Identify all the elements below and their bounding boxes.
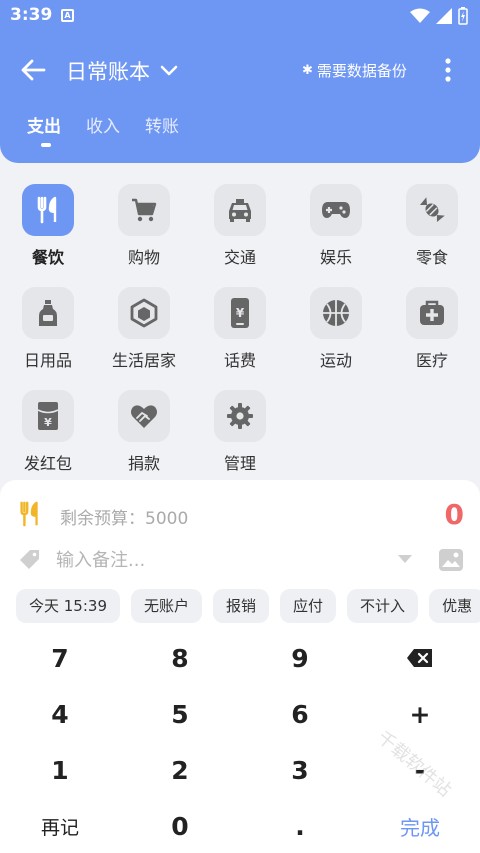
category-label: 购物 — [127, 248, 160, 267]
category-shopping[interactable]: 购物 — [96, 184, 192, 276]
backup-tip[interactable]: ✱ 需要数据备份 — [302, 60, 407, 81]
key-6[interactable]: 6 — [240, 686, 360, 742]
key-8[interactable]: 8 — [120, 630, 240, 686]
category-medical[interactable]: 医疗 — [384, 287, 480, 379]
key-minus[interactable]: - — [360, 742, 480, 798]
header: 3:39 A 日常账本 ✱ 需要数据备份 支出 收入 转账 — [0, 0, 480, 163]
red-envelope-icon: ¥ — [37, 402, 59, 430]
number-keypad: 7 8 9 4 5 6 + 1 2 3 - 再记 0 . 完成 — [0, 630, 480, 853]
category-label: 发红包 — [23, 454, 72, 473]
record-again-button[interactable]: 再记 — [0, 798, 120, 853]
phone-yen-icon: ¥ — [231, 298, 249, 328]
svg-text:¥: ¥ — [236, 306, 245, 320]
done-button[interactable]: 完成 — [360, 798, 480, 853]
basketball-icon — [323, 300, 349, 326]
tab-income[interactable]: 收入 — [86, 112, 120, 137]
candy-icon — [419, 197, 445, 223]
image-icon[interactable] — [438, 548, 464, 572]
wifi-icon — [410, 8, 430, 23]
category-phone-bill[interactable]: ¥ 话费 — [192, 287, 288, 379]
gamepad-icon — [322, 202, 350, 218]
input-panel: 剩余预算：5000 0 今天 15:39 无账户报销应付不计入优惠 7 8 9 — [0, 480, 480, 853]
category-label: 餐饮 — [31, 248, 64, 267]
category-label: 医疗 — [415, 351, 448, 370]
key-0[interactable]: 0 — [120, 798, 240, 853]
category-label: 运动 — [319, 351, 352, 370]
backspace-icon — [407, 649, 432, 667]
more-vertical-icon[interactable] — [438, 56, 458, 84]
tab-indicator — [41, 143, 51, 147]
key-plus[interactable]: + — [360, 686, 480, 742]
fork-knife-icon — [37, 196, 57, 224]
taxi-icon — [229, 199, 251, 222]
type-tabs: 支出 收入 转账 — [0, 112, 480, 152]
shopping-cart-icon — [132, 198, 157, 222]
category-sports[interactable]: 运动 — [288, 287, 384, 379]
budget-row: 剩余预算：5000 0 — [0, 498, 480, 531]
remaining-budget: 剩余预算：5000 — [60, 509, 189, 529]
heart-hand-icon — [131, 405, 157, 428]
status-time: 3:39 — [10, 5, 53, 25]
snowflake-icon: ✱ — [302, 63, 313, 78]
medical-kit-icon — [420, 300, 444, 325]
option-chips: 今天 15:39 无账户 报销 应付 不计入 优惠 — [16, 589, 480, 625]
amount-display: 0 — [444, 498, 464, 531]
top-bar: 日常账本 ✱ 需要数据备份 — [0, 48, 480, 92]
category-label: 交通 — [223, 248, 256, 267]
category-label: 零食 — [415, 248, 448, 267]
category-donation[interactable]: 捐款 — [96, 390, 192, 482]
category-label: 日用品 — [23, 351, 72, 370]
note-row — [0, 544, 480, 576]
chip-exclude[interactable]: 不计入 — [347, 589, 419, 623]
category-label: 话费 — [223, 351, 256, 370]
note-input[interactable] — [56, 546, 376, 574]
key-3[interactable]: 3 — [240, 742, 360, 798]
fork-knife-icon — [20, 501, 38, 527]
chip-reimburse[interactable]: 报销 — [213, 589, 270, 623]
tag-icon — [20, 550, 39, 569]
battery-icon — [458, 7, 468, 25]
key-2[interactable]: 2 — [120, 742, 240, 798]
key-4[interactable]: 4 — [0, 686, 120, 742]
status-icons — [410, 7, 468, 25]
key-dot[interactable]: . — [240, 798, 360, 853]
chip-discount[interactable]: 优惠 — [429, 589, 480, 623]
bottle-icon — [39, 300, 57, 326]
category-label: 娱乐 — [319, 248, 352, 267]
notification-icon: A — [61, 9, 74, 22]
tab-transfer[interactable]: 转账 — [145, 112, 179, 137]
category-red-envelope[interactable]: ¥ 发红包 — [0, 390, 96, 482]
key-9[interactable]: 9 — [240, 630, 360, 686]
backup-tip-text: 需要数据备份 — [316, 62, 407, 80]
category-transport[interactable]: 交通 — [192, 184, 288, 276]
key-backspace[interactable] — [360, 630, 480, 686]
book-title[interactable]: 日常账本 — [66, 56, 150, 86]
caret-down-icon[interactable] — [397, 554, 413, 564]
key-7[interactable]: 7 — [0, 630, 120, 686]
category-dining[interactable]: 餐饮 — [0, 184, 96, 276]
category-manage[interactable]: 管理 — [192, 390, 288, 482]
category-label: 管理 — [223, 454, 256, 473]
category-label: 生活居家 — [111, 351, 176, 370]
category-entertainment[interactable]: 娱乐 — [288, 184, 384, 276]
chip-date-time[interactable]: 今天 15:39 — [16, 589, 120, 623]
category-home-living[interactable]: 生活居家 — [96, 287, 192, 379]
chevron-down-icon[interactable] — [158, 60, 180, 80]
hexagon-box-icon — [130, 298, 158, 328]
back-arrow-icon[interactable] — [18, 56, 48, 84]
key-1[interactable]: 1 — [0, 742, 120, 798]
category-snacks[interactable]: 零食 — [384, 184, 480, 276]
chip-account[interactable]: 无账户 — [131, 589, 203, 623]
gear-icon — [227, 403, 253, 429]
signal-icon — [436, 8, 452, 24]
svg-text:¥: ¥ — [44, 416, 52, 429]
status-bar: 3:39 A — [0, 0, 480, 32]
key-5[interactable]: 5 — [120, 686, 240, 742]
category-label: 捐款 — [127, 454, 160, 473]
chip-payable[interactable]: 应付 — [280, 589, 337, 623]
tab-expense[interactable]: 支出 — [27, 112, 61, 137]
category-daily-goods[interactable]: 日用品 — [0, 287, 96, 379]
